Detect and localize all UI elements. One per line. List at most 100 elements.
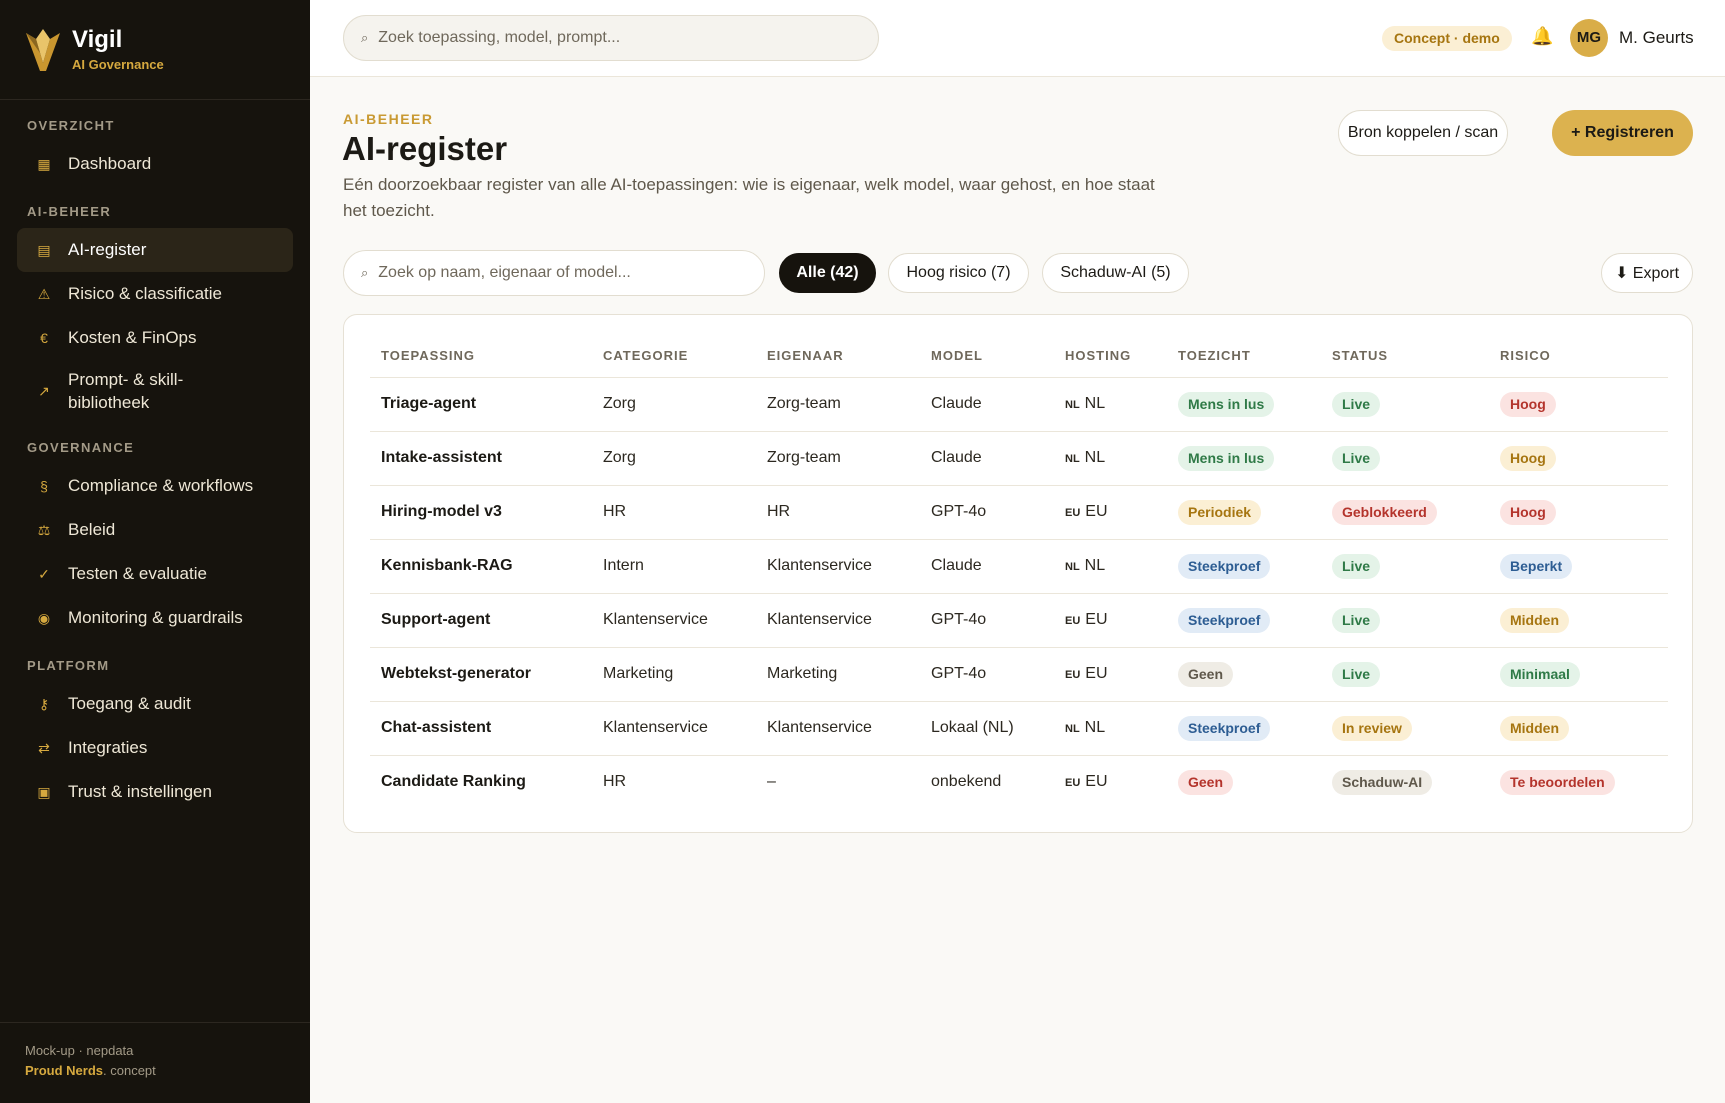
- sidebar-item-trust-instellingen[interactable]: ▣ Trust & instellingen: [17, 770, 293, 814]
- concept-demo-badge: Concept · demo: [1382, 26, 1512, 51]
- oversight-badge: Mens in lus: [1178, 391, 1275, 417]
- nav-section-label: GOVERNANCE: [27, 440, 135, 455]
- table-row[interactable]: Chat-assistent Klantenservice Klantenservi…: [370, 701, 1668, 756]
- cell-status: Live: [1321, 593, 1489, 648]
- cell-application: Webtekst-generator: [370, 647, 592, 702]
- sidebar-item-monitoring-guardrails[interactable]: ◉ Monitoring & guardrails: [17, 596, 293, 640]
- column-header[interactable]: CATEGORIE: [592, 335, 756, 378]
- cell-risk: Midden: [1489, 701, 1668, 756]
- nav-section-label: PLATFORM: [27, 658, 110, 673]
- connect-source-button[interactable]: Bron koppelen / scan: [1338, 110, 1508, 156]
- table-row[interactable]: Intake-assistent Zorg Zorg-team Claude NL NL M…: [370, 431, 1668, 486]
- cell-category: Zorg: [592, 377, 756, 432]
- search-icon: ⌕: [361, 265, 369, 280]
- filter-chip-all[interactable]: Alle (42): [779, 253, 876, 293]
- cell-application: Candidate Ranking: [381, 773, 526, 791]
- risk-badge: Midden: [1500, 607, 1569, 633]
- cell-owner: Marketing: [756, 647, 920, 702]
- cell-category: Zorg: [592, 431, 756, 486]
- column-header[interactable]: MODEL: [920, 335, 1054, 378]
- cell-oversight: Steekproef: [1167, 701, 1321, 756]
- table-row[interactable]: Kennisbank-RAG Intern Klantenservice Claude…: [370, 539, 1668, 594]
- filter-chip-high-risk[interactable]: Hoog risico (7): [888, 253, 1029, 293]
- oversight-badge: Steekproef: [1178, 607, 1271, 633]
- cell-model: Claude: [920, 539, 1054, 594]
- register-button[interactable]: + Registreren: [1552, 110, 1693, 156]
- table-header-row: TOEPASSING CATEGORIE EIGENAAR MODEL HOSTING T…: [370, 335, 1668, 378]
- cell-oversight: Mens in lus: [1167, 431, 1321, 486]
- avatar[interactable]: MG: [1570, 19, 1608, 57]
- column-header[interactable]: TOEZICHT: [1167, 335, 1321, 378]
- cell-status: Live: [1321, 647, 1489, 702]
- sidebar-item-toegang-audit[interactable]: ⚷ Toegang & audit: [17, 682, 293, 726]
- table-row[interactable]: Webtekst-generator Marketing Marketing GPT-…: [370, 647, 1668, 702]
- user-name[interactable]: M. Geurts: [1619, 28, 1694, 48]
- cell-status: In review: [1321, 701, 1489, 756]
- table-row[interactable]: Triage-agent Zorg Zorg-team Claude NL NL Mens …: [370, 377, 1668, 432]
- table-row[interactable]: Candidate Ranking HR – onbekend EU EU Geen Scha…: [370, 755, 1668, 809]
- column-header[interactable]: HOSTING: [1054, 335, 1167, 378]
- filter-chip-shadow-ai[interactable]: Schaduw-AI (5): [1042, 253, 1189, 293]
- column-header[interactable]: RISICO: [1489, 335, 1668, 378]
- sidebar-item-prompt-skill-bibliotheek[interactable]: ↗ Prompt- & skill-bibliotheek: [17, 360, 293, 422]
- cell-model: Lokaal (NL): [920, 701, 1054, 756]
- dashboard-icon: ▦: [37, 155, 51, 172]
- cell-risk: Hoog: [1489, 377, 1668, 432]
- sidebar-item-label: Beleid: [68, 520, 116, 539]
- hosting-region: NL: [1084, 449, 1106, 466]
- register-search[interactable]: ⌕: [343, 250, 765, 296]
- status-badge: Live: [1332, 445, 1381, 471]
- table-row[interactable]: Support-agent Klantenservice Klantenservic…: [370, 593, 1668, 648]
- cell-model: GPT-4o: [920, 647, 1054, 702]
- cell-hosting: EU EU: [1054, 593, 1167, 648]
- risk-badge: Te beoordelen: [1500, 769, 1615, 795]
- sidebar-item-kosten-finops[interactable]: € Kosten & FinOps: [17, 316, 293, 360]
- sidebar-item-beleid[interactable]: ⚖ Beleid: [17, 508, 293, 552]
- column-header[interactable]: EIGENAAR: [756, 335, 920, 378]
- sidebar-item-label: Dashboard: [68, 154, 152, 173]
- column-header[interactable]: STATUS: [1321, 335, 1489, 378]
- hosting-region: EU: [1085, 503, 1108, 520]
- cell-category: Marketing: [592, 647, 756, 702]
- cell-owner: Zorg-team: [756, 377, 920, 432]
- hosting-region-code: EU: [1065, 507, 1081, 519]
- sidebar-item-integraties[interactable]: ⇄ Integraties: [17, 726, 293, 770]
- cell-oversight: Steekproef: [1167, 593, 1321, 648]
- brand[interactable]: Vigil AI Governance: [0, 0, 310, 100]
- global-search[interactable]: ⌕: [343, 15, 879, 61]
- oversight-badge: Mens in lus: [1178, 445, 1275, 471]
- register-table: TOEPASSING CATEGORIE EIGENAAR MODEL HOSTING T…: [370, 335, 1668, 809]
- cell-hosting: NL NL: [1054, 377, 1167, 432]
- bell-icon[interactable]: 🔔: [1531, 26, 1553, 47]
- sidebar-item-dashboard[interactable]: ▦ Dashboard: [17, 142, 293, 186]
- cell-application: Kennisbank-RAG: [370, 539, 592, 594]
- sidebar-item-label: Risico & classificatie: [68, 284, 222, 303]
- sidebar-item-label: Testen & evaluatie: [68, 564, 207, 583]
- hosting-region-code: NL: [1065, 561, 1080, 573]
- hosting-region: NL: [1084, 557, 1106, 574]
- hosting-region-code: NL: [1065, 399, 1080, 411]
- page-eyebrow: AI-BEHEER: [343, 111, 434, 127]
- register-search-input[interactable]: [378, 264, 759, 282]
- hosting-region: EU: [1085, 665, 1108, 682]
- cell-hosting: EU EU: [1054, 485, 1167, 540]
- sidebar-item-risico-classificatie[interactable]: ⚠ Risico & classificatie: [17, 272, 293, 316]
- sidebar-item-ai-register[interactable]: ▤ AI-register: [17, 228, 293, 272]
- hosting-region-code: EU: [1065, 777, 1081, 790]
- status-badge: Live: [1332, 553, 1381, 579]
- table-row[interactable]: Hiring-model v3 HR HR GPT-4o EU EU Periodiek Ge…: [370, 485, 1668, 540]
- sidebar-item-label: Prompt- & skill-bibliotheek: [68, 370, 184, 412]
- export-button[interactable]: ⬇ Export: [1601, 253, 1693, 293]
- sidebar-item-label: AI-register: [68, 240, 147, 259]
- cell-category: Klantenservice: [592, 593, 756, 648]
- cell-status: Live: [1321, 539, 1489, 594]
- brand-name: Vigil: [72, 26, 123, 53]
- sidebar-item-testen-evaluatie[interactable]: ✓ Testen & evaluatie: [17, 552, 293, 596]
- global-search-input[interactable]: [378, 29, 839, 47]
- oversight-badge: Geen: [1178, 769, 1234, 795]
- cell-risk: Hoog: [1489, 431, 1668, 486]
- sidebar-item-compliance-workflows[interactable]: § Compliance & workflows: [17, 464, 293, 508]
- column-header[interactable]: TOEPASSING: [370, 335, 592, 378]
- integration-icon: ⇄: [38, 739, 50, 756]
- oversight-badge: Geen: [1178, 661, 1234, 687]
